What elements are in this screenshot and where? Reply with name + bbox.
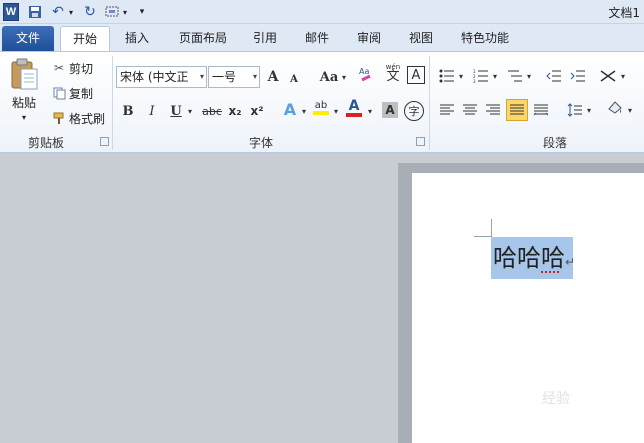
chinese-layout-dropdown-icon[interactable]: ▾ xyxy=(619,66,627,86)
strikethrough-button[interactable]: abc xyxy=(200,101,224,121)
redo-icon[interactable]: ↻ xyxy=(82,3,98,21)
paste-button[interactable]: 粘贴 xyxy=(6,94,42,110)
align-center-icon[interactable] xyxy=(461,100,479,120)
undo-dropdown-icon[interactable]: ▾ xyxy=(66,3,76,21)
superscript-button[interactable]: x² xyxy=(248,101,266,121)
document-text: 哈哈哈 xyxy=(493,244,565,272)
increase-indent-icon[interactable] xyxy=(569,66,587,86)
shading-dropdown-icon[interactable]: ▾ xyxy=(626,100,634,120)
watermark-logo: 经验 xyxy=(542,391,570,407)
bold-button[interactable]: B xyxy=(120,101,136,121)
justify-icon[interactable] xyxy=(506,99,528,121)
font-color-bar xyxy=(346,113,362,117)
font-group-label: 字体 xyxy=(249,136,274,150)
chinese-layout-icon[interactable] xyxy=(598,66,618,86)
italic-button[interactable]: I xyxy=(144,101,160,121)
scissors-icon[interactable]: ✂ xyxy=(52,58,66,78)
grow-font-icon[interactable]: A xyxy=(265,67,281,87)
clipboard-dialog-launcher-icon[interactable] xyxy=(100,137,109,146)
text-effects-dropdown-icon[interactable]: ▾ xyxy=(300,101,308,121)
highlight-color-bar xyxy=(313,111,329,115)
enclose-character-icon[interactable]: 字 xyxy=(404,101,424,121)
tab-file[interactable]: 文件 xyxy=(2,26,54,51)
clipboard-group-label: 剪贴板 xyxy=(28,136,65,150)
chevron-down-icon: ▾ xyxy=(252,72,257,81)
line-spacing-icon[interactable] xyxy=(566,100,584,120)
paste-icon[interactable] xyxy=(6,56,42,92)
align-left-icon[interactable] xyxy=(438,100,456,120)
highlight-icon[interactable]: ab xyxy=(311,98,331,118)
numbering-icon[interactable]: 123 xyxy=(472,66,490,86)
format-painter-button[interactable]: 格式刷 xyxy=(68,108,106,128)
svg-text:3: 3 xyxy=(473,79,476,83)
group-divider xyxy=(429,56,430,150)
tab-insert[interactable]: 插入 xyxy=(114,26,160,51)
chevron-down-icon: ▾ xyxy=(199,72,204,81)
tab-review[interactable]: 审阅 xyxy=(348,26,390,51)
font-name-select[interactable]: 宋体 (中文正 ▾ xyxy=(116,66,207,88)
title-bar: W ↶ ▾ ↻ ▾ ▾ 文档1 xyxy=(0,0,644,24)
subscript-button[interactable]: x₂ xyxy=(226,101,244,121)
ribbon: 粘贴 ▾ ✂ 剪切 复制 格式刷 剪贴板 宋体 (中文正 ▾ 一号 ▾ A A Aa… xyxy=(0,51,644,153)
bullets-icon[interactable] xyxy=(438,66,456,86)
phonetic-guide-icon[interactable]: wén 文 xyxy=(382,62,404,84)
format-painter-icon[interactable] xyxy=(52,108,66,128)
change-case-dropdown-icon[interactable]: ▾ xyxy=(340,67,348,87)
highlight-dropdown-icon[interactable]: ▾ xyxy=(332,101,340,121)
paragraph-mark: ↵ xyxy=(565,255,576,269)
clear-formatting-icon[interactable]: Aa xyxy=(356,64,378,84)
shading-icon[interactable] xyxy=(605,98,625,118)
svg-text:Aa: Aa xyxy=(359,67,369,76)
word-logo-icon[interactable]: W xyxy=(3,3,19,21)
font-color-icon[interactable]: A xyxy=(344,98,364,118)
change-case-icon[interactable]: Aa xyxy=(318,67,340,87)
distributed-icon[interactable] xyxy=(532,100,550,120)
decrease-indent-icon[interactable] xyxy=(545,66,563,86)
tab-mailings[interactable]: 邮件 xyxy=(296,26,338,51)
undo-icon[interactable]: ↶ xyxy=(50,3,66,21)
text-effects-icon[interactable]: A xyxy=(280,99,300,119)
document-title: 文档1 xyxy=(608,6,640,20)
phonetic-char: 文 xyxy=(386,69,400,84)
tab-special-features[interactable]: 特色功能 xyxy=(452,26,518,51)
copy-icon[interactable] xyxy=(52,83,66,103)
bullets-dropdown-icon[interactable]: ▾ xyxy=(457,66,465,86)
shrink-font-icon[interactable]: A xyxy=(287,69,301,89)
tab-view[interactable]: 视图 xyxy=(400,26,442,51)
document-page[interactable] xyxy=(412,173,644,443)
tab-page-layout[interactable]: 页面布局 xyxy=(170,26,236,51)
character-border-icon[interactable]: A xyxy=(407,66,425,84)
character-shading-icon[interactable]: A xyxy=(382,102,398,118)
tab-home[interactable]: 开始 xyxy=(60,26,110,51)
spelling-underline xyxy=(541,270,559,273)
font-color-dropdown-icon[interactable]: ▾ xyxy=(366,101,374,121)
font-dialog-launcher-icon[interactable] xyxy=(416,137,425,146)
customize-toolbar-icon[interactable]: ▾ xyxy=(136,3,148,21)
print-preview-dropdown-icon[interactable]: ▾ xyxy=(121,3,129,21)
print-preview-icon[interactable] xyxy=(104,3,122,21)
line-spacing-dropdown-icon[interactable]: ▾ xyxy=(585,100,593,120)
save-icon[interactable] xyxy=(26,3,44,21)
paste-dropdown-icon[interactable]: ▾ xyxy=(18,112,30,122)
margin-corner-mark xyxy=(491,219,492,237)
underline-button[interactable]: U xyxy=(168,101,184,121)
highlight-label: ab xyxy=(314,100,328,111)
font-size-value: 一号 xyxy=(212,70,237,84)
font-color-label: A xyxy=(348,98,360,114)
group-divider xyxy=(112,56,113,150)
numbering-dropdown-icon[interactable]: ▾ xyxy=(491,66,499,86)
margin-corner-mark xyxy=(474,236,492,237)
underline-dropdown-icon[interactable]: ▾ xyxy=(186,101,194,121)
font-name-value: 宋体 (中文正 xyxy=(120,70,189,84)
font-size-select[interactable]: 一号 ▾ xyxy=(208,66,260,88)
tab-references[interactable]: 引用 xyxy=(244,26,286,51)
paragraph-group-label: 段落 xyxy=(543,136,568,150)
align-right-icon[interactable] xyxy=(484,100,502,120)
ribbon-tabs: 文件 开始 插入 页面布局 引用 邮件 审阅 视图 特色功能 xyxy=(0,24,644,51)
multilevel-list-icon[interactable] xyxy=(506,66,524,86)
multilevel-dropdown-icon[interactable]: ▾ xyxy=(525,66,533,86)
copy-button[interactable]: 复制 xyxy=(68,83,94,103)
selected-text[interactable]: 哈哈哈↵ xyxy=(491,237,576,279)
cut-button[interactable]: 剪切 xyxy=(68,58,94,78)
